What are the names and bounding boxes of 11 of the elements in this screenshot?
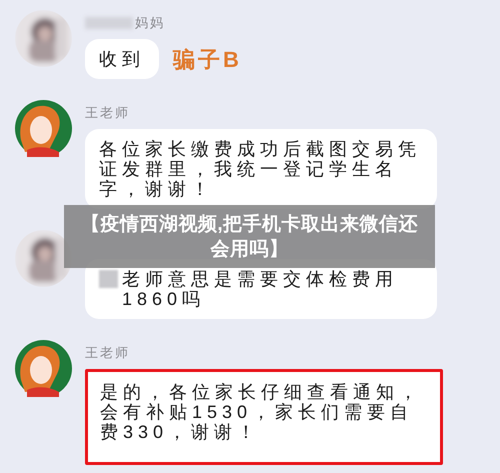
avatar-drawing [15, 100, 72, 157]
caption-banner: 【疫情西湖视频,把手机卡取出来微信还会用吗】 [64, 205, 435, 268]
message-text: 各位家长缴费成功后截图交易凭证发群里，我统一登记学生名字，谢谢！ [99, 139, 422, 199]
avatar-drawing [15, 340, 72, 397]
sender-name: 王老师 [85, 104, 130, 122]
sender-name: 妈妈 [135, 14, 165, 32]
sender-name: 王老师 [85, 344, 130, 362]
message-text: 老师意思是需要交体检费用1860吗 [122, 269, 399, 309]
message-text: 收到 [99, 49, 145, 69]
message-text: 是的，各位家长仔细查看通知，会有补贴1530，家长们需要自费330，谢谢！ [100, 382, 423, 442]
annotation-label: 骗子B [173, 46, 242, 74]
